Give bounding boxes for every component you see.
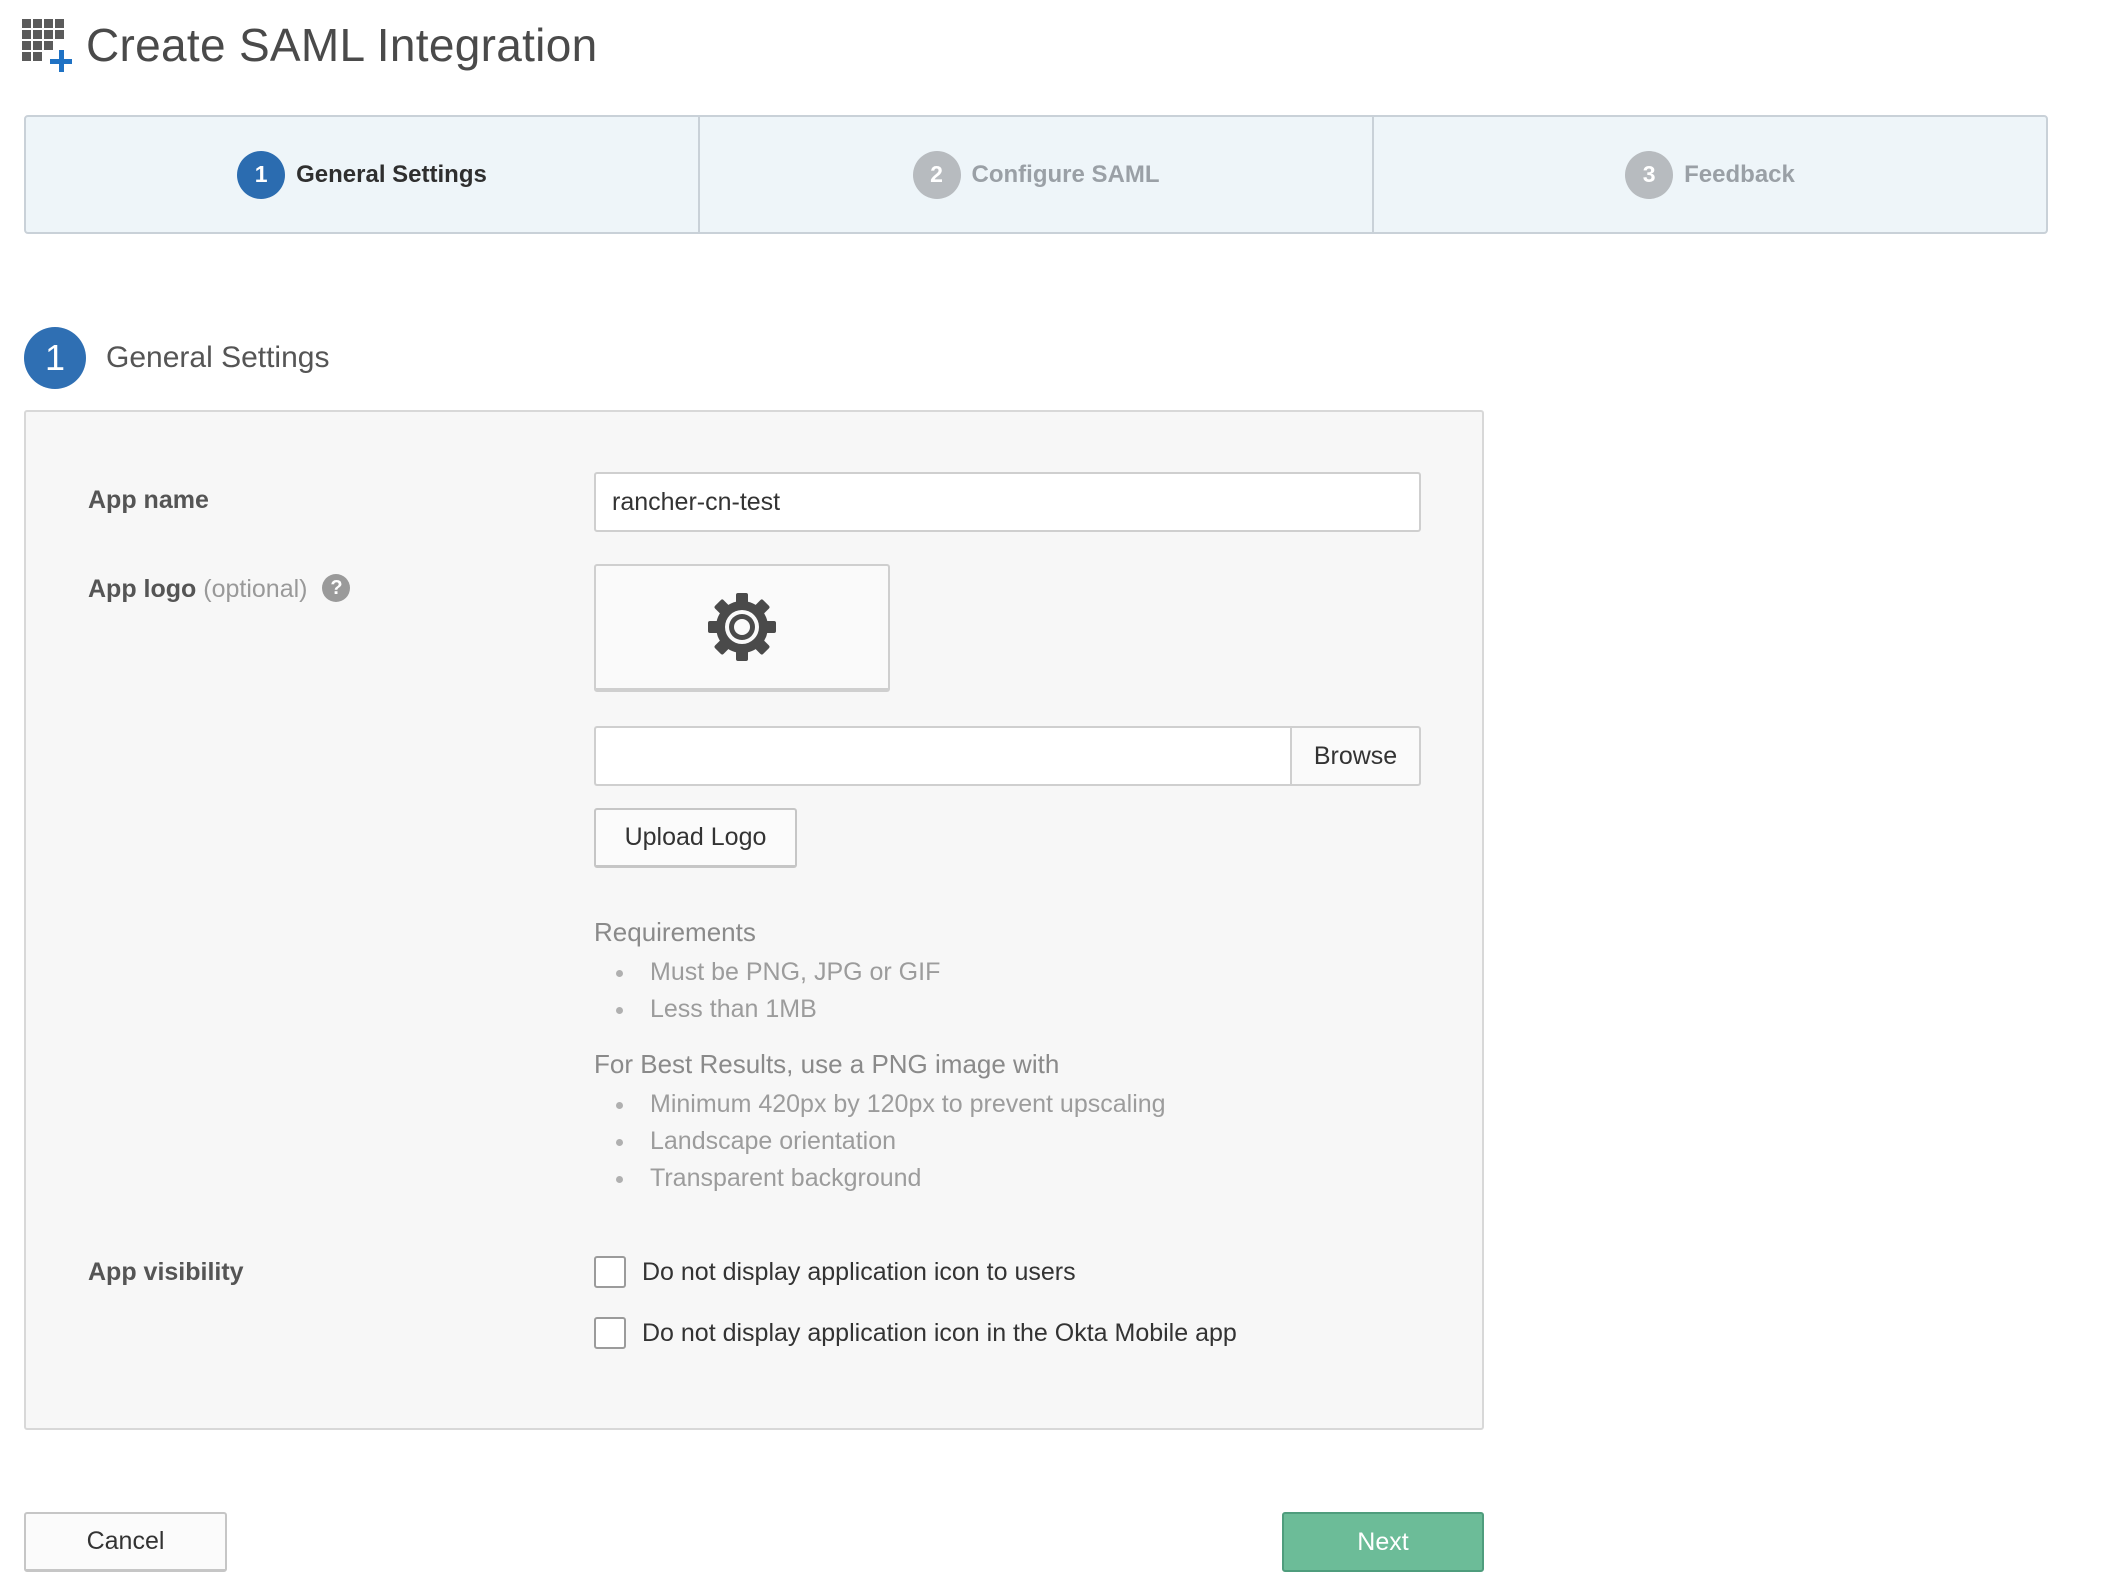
help-icon[interactable]: ? — [322, 574, 351, 603]
list-item: Landscape orientation — [616, 1123, 1166, 1160]
checkbox-label[interactable]: Do not display application icon in the O… — [642, 1319, 1237, 1348]
hide-icon-users-checkbox[interactable] — [594, 1256, 626, 1288]
step-label: General Settings — [296, 160, 487, 188]
logo-file-row: Browse — [594, 726, 1421, 786]
app-name-input[interactable] — [594, 472, 1421, 532]
step-number-badge: 2 — [912, 150, 961, 199]
requirements-title: Requirements — [594, 917, 756, 947]
optional-hint: (optional) — [203, 575, 308, 603]
app-logo-label-text: App logo — [88, 575, 197, 603]
best-results-list: Minimum 420px by 120px to prevent upscal… — [616, 1086, 1166, 1197]
section-number-badge: 1 — [24, 327, 86, 389]
step-number-badge: 3 — [1625, 150, 1674, 199]
app-name-label: App name — [88, 486, 209, 514]
wizard-step-feedback[interactable]: 3 Feedback — [1374, 117, 2046, 232]
next-button[interactable]: Next — [1282, 1512, 1484, 1572]
list-item: Less than 1MB — [616, 991, 940, 1028]
wizard-step-general-settings[interactable]: 1 General Settings — [26, 117, 700, 232]
list-item: Must be PNG, JPG or GIF — [616, 954, 940, 991]
hide-icon-mobile-checkbox[interactable] — [594, 1317, 626, 1349]
app-logo-label: App logo (optional) ? — [88, 574, 351, 604]
page-title: Create SAML Integration — [86, 19, 598, 71]
hide-icon-users-option[interactable]: Do not display application icon to users — [594, 1256, 1076, 1288]
list-item: Minimum 420px by 120px to prevent upscal… — [616, 1086, 1166, 1123]
section-title: General Settings — [106, 341, 330, 374]
logo-file-input[interactable] — [594, 726, 1290, 786]
gear-icon — [708, 593, 776, 661]
best-results-title: For Best Results, use a PNG image with — [594, 1049, 1060, 1079]
hide-icon-mobile-option[interactable]: Do not display application icon in the O… — [594, 1317, 1237, 1349]
wizard-steps: 1 General Settings 2 Configure SAML 3 Fe… — [24, 115, 2048, 234]
section-heading: 1 General Settings — [24, 327, 329, 389]
step-label: Configure SAML — [971, 160, 1160, 188]
logo-preview — [594, 564, 890, 692]
wizard-step-configure-saml[interactable]: 2 Configure SAML — [700, 117, 1374, 232]
general-settings-panel: App name App logo (optional) ? B — [24, 410, 1484, 1430]
list-item: Transparent background — [616, 1160, 1166, 1197]
upload-logo-button[interactable]: Upload Logo — [594, 808, 797, 868]
step-number-badge: 1 — [237, 150, 286, 199]
cancel-button[interactable]: Cancel — [24, 1512, 227, 1572]
page-header: Create SAML Integration — [22, 18, 597, 72]
app-grid-add-icon — [22, 19, 74, 72]
app-visibility-label: App visibility — [88, 1258, 244, 1286]
browse-button[interactable]: Browse — [1290, 726, 1421, 786]
step-label: Feedback — [1684, 160, 1795, 188]
checkbox-label[interactable]: Do not display application icon to users — [642, 1258, 1076, 1287]
requirements-list: Must be PNG, JPG or GIF Less than 1MB — [616, 954, 940, 1028]
